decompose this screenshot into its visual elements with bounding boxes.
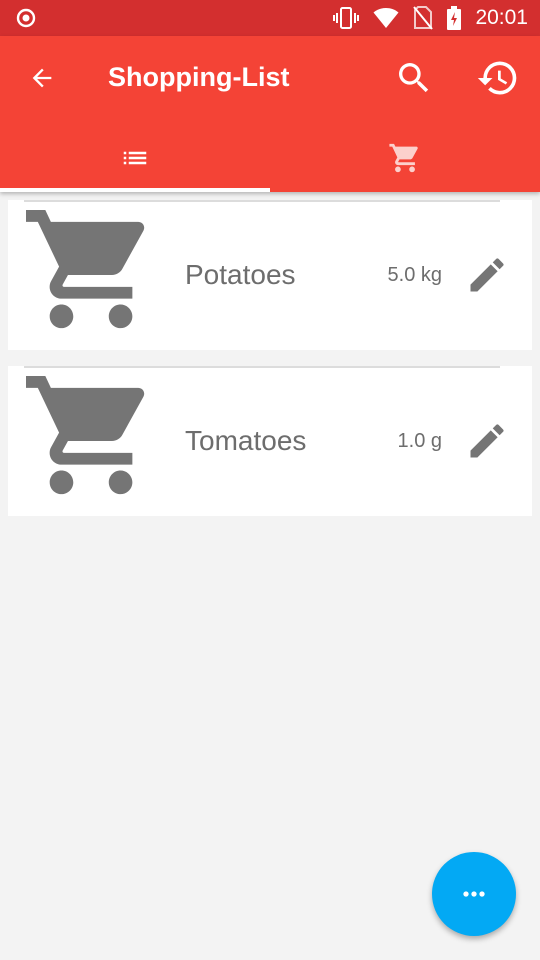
edit-icon: [470, 258, 504, 292]
edit-button[interactable]: [464, 418, 510, 464]
record-icon: [16, 8, 36, 28]
page-title: Shopping-List: [108, 62, 290, 92]
tab-bar: [0, 124, 540, 192]
tab-list[interactable]: [0, 124, 270, 192]
app-bar: Shopping-List: [0, 36, 540, 192]
item-name: Tomatoes: [185, 425, 307, 456]
cart-icon: [26, 210, 145, 329]
cart-icon: [26, 376, 145, 495]
item-quantity: 1.0 g: [397, 430, 442, 452]
list-item[interactable]: Potatoes 5.0 kg: [8, 200, 532, 350]
more-horiz-icon: [463, 891, 485, 897]
edit-button[interactable]: [464, 252, 510, 298]
search-button[interactable]: [392, 56, 436, 100]
no-sim-icon: [413, 6, 434, 30]
tab-cart[interactable]: [270, 124, 540, 192]
list-item[interactable]: Tomatoes 1.0 g: [8, 366, 532, 516]
history-button[interactable]: [474, 56, 522, 100]
vibrate-icon: [333, 6, 360, 30]
item-quantity: 5.0 kg: [387, 264, 442, 286]
more-options-fab[interactable]: [432, 852, 516, 936]
status-bar: 20:01: [0, 0, 540, 36]
item-name: Potatoes: [185, 259, 296, 290]
wifi-icon: [373, 7, 399, 29]
status-time: 20:01: [475, 6, 528, 29]
list-icon: [123, 151, 147, 165]
search-icon: [399, 63, 429, 93]
cart-icon: [389, 143, 418, 173]
history-icon: [477, 61, 517, 95]
back-arrow-icon: [32, 68, 52, 88]
battery-charging-icon: [447, 6, 462, 30]
edit-icon: [470, 424, 504, 458]
divider: [24, 366, 500, 368]
divider: [24, 200, 500, 202]
back-button[interactable]: [22, 58, 62, 98]
shopping-list: Potatoes 5.0 kg Tomatoes 1.0 g: [8, 200, 532, 532]
